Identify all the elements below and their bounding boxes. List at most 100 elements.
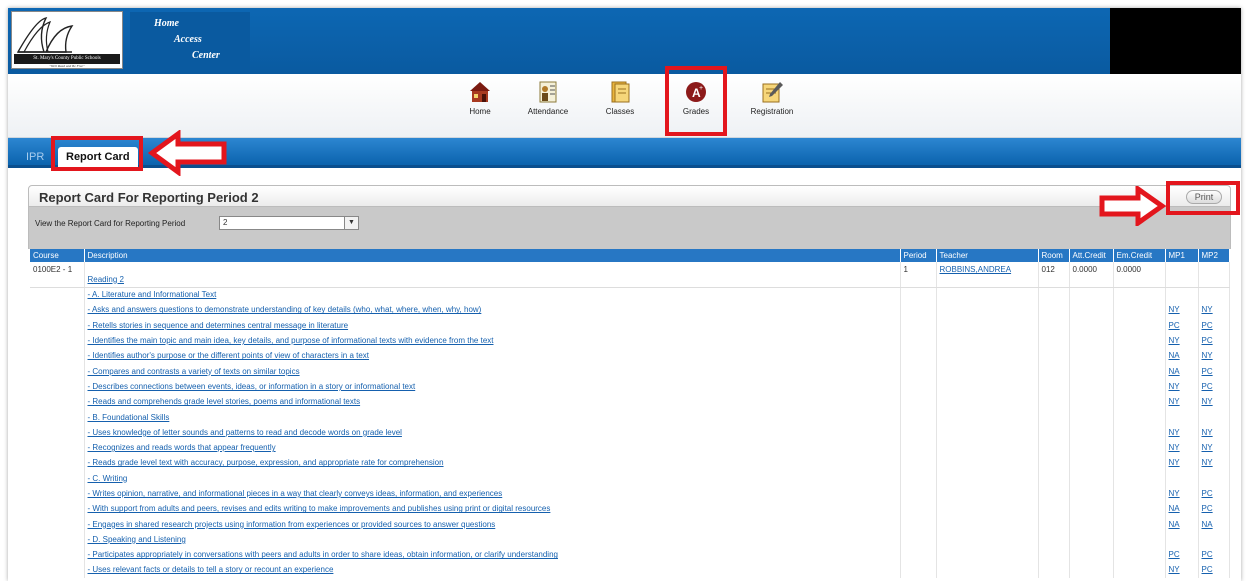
standard-description-link[interactable]: - Asks and answers questions to demonstr… bbox=[88, 305, 482, 314]
standard-mp2-grade-link[interactable]: NY bbox=[1202, 305, 1213, 314]
standard-row: - Engages in shared research projects us… bbox=[30, 516, 1230, 532]
standard-description-link[interactable]: - Identifies author's purpose or the dif… bbox=[88, 351, 370, 360]
standard-mp1-grade-link[interactable]: PC bbox=[1169, 321, 1180, 330]
standard-description-link[interactable]: - Uses relevant facts or details to tell… bbox=[88, 565, 334, 574]
standard-teacher-cell bbox=[936, 562, 1039, 578]
standard-teacher-cell bbox=[936, 455, 1039, 471]
standard-description-cell: - Engages in shared research projects us… bbox=[84, 516, 901, 532]
standard-description-link[interactable]: - D. Speaking and Listening bbox=[88, 535, 186, 544]
left-arrow-annotation-icon bbox=[148, 130, 227, 176]
standard-em-credit-cell bbox=[1113, 485, 1166, 502]
standard-description-link[interactable]: - Writes opinion, narrative, and informa… bbox=[88, 489, 503, 498]
course-description-link[interactable]: Reading 2 bbox=[88, 275, 124, 284]
standard-room-cell bbox=[1038, 531, 1070, 548]
standard-row: - Writes opinion, narrative, and informa… bbox=[30, 485, 1230, 502]
standard-mp2-grade-link[interactable]: NA bbox=[1202, 520, 1213, 529]
standard-mp1-grade-link[interactable]: PC bbox=[1169, 550, 1180, 559]
standard-description-link[interactable]: - Recognizes and reads words that appear… bbox=[88, 443, 276, 452]
standard-description-link[interactable]: - Participates appropriately in conversa… bbox=[88, 550, 558, 559]
standard-mp1-grade-link[interactable]: NY bbox=[1169, 336, 1180, 345]
nav-classes-label: Classes bbox=[605, 107, 635, 116]
standard-em-credit-cell bbox=[1113, 348, 1166, 364]
standard-row: - Uses knowledge of letter sounds and pa… bbox=[30, 424, 1230, 440]
standard-mp1-grade-link[interactable]: NA bbox=[1169, 367, 1180, 376]
standard-mp1-grade-link[interactable]: NY bbox=[1169, 489, 1180, 498]
standard-mp1-grade-link[interactable]: NA bbox=[1169, 351, 1180, 360]
standard-mp1-cell: NY bbox=[1165, 394, 1199, 410]
standard-mp1-grade-link[interactable]: NY bbox=[1169, 305, 1180, 314]
standard-mp2-grade-link[interactable]: PC bbox=[1202, 382, 1213, 391]
standard-mp1-cell: NY bbox=[1165, 455, 1199, 471]
nav-home[interactable]: Home bbox=[460, 80, 500, 116]
standard-course-cell bbox=[30, 332, 85, 349]
standard-mp2-grade-link[interactable]: NY bbox=[1202, 428, 1213, 437]
standard-mp2-cell: PC bbox=[1198, 317, 1230, 333]
right-arrow-annotation-icon bbox=[1099, 186, 1166, 226]
standard-description-link[interactable]: - Retells stories in sequence and determ… bbox=[88, 321, 349, 330]
standard-description-link[interactable]: - Identifies the main topic and main ide… bbox=[88, 336, 494, 345]
standard-description-link[interactable]: - With support from adults and peers, re… bbox=[88, 504, 551, 513]
standard-em-credit-cell bbox=[1113, 439, 1166, 456]
teacher-link[interactable]: ROBBINS,ANDREA bbox=[940, 265, 1012, 274]
standard-row: - Participates appropriately in conversa… bbox=[30, 547, 1230, 563]
tab-ipr[interactable]: IPR bbox=[18, 147, 52, 168]
standard-teacher-cell bbox=[936, 409, 1039, 425]
standard-teacher-cell bbox=[936, 363, 1039, 379]
standard-mp2-grade-link[interactable]: NY bbox=[1202, 443, 1213, 452]
standard-mp1-grade-link[interactable]: NY bbox=[1169, 428, 1180, 437]
nav-attendance-label: Attendance bbox=[527, 107, 569, 116]
standard-description-cell: - Uses knowledge of letter sounds and pa… bbox=[84, 424, 901, 440]
standard-mp1-grade-link[interactable]: NY bbox=[1169, 565, 1180, 574]
standard-mp1-cell bbox=[1165, 470, 1199, 486]
nav-attendance[interactable]: Attendance bbox=[523, 80, 573, 116]
page-title: Report Card For Reporting Period 2 bbox=[39, 190, 259, 205]
course-period: 1 bbox=[900, 262, 937, 288]
standard-period-cell bbox=[900, 547, 937, 563]
period-dropdown[interactable]: 2 ▼ bbox=[219, 216, 359, 230]
standard-mp2-cell: NY bbox=[1198, 348, 1230, 364]
standard-mp2-grade-link[interactable]: PC bbox=[1202, 321, 1213, 330]
chevron-down-icon[interactable]: ▼ bbox=[344, 217, 358, 229]
standard-mp1-grade-link[interactable]: NA bbox=[1169, 504, 1180, 513]
standard-mp1-grade-link[interactable]: NA bbox=[1169, 520, 1180, 529]
standard-mp1-grade-link[interactable]: NY bbox=[1169, 458, 1180, 467]
standard-mp2-grade-link[interactable]: PC bbox=[1202, 367, 1213, 376]
standard-description-link[interactable]: - Reads and comprehends grade level stor… bbox=[88, 397, 361, 406]
standard-mp1-grade-link[interactable]: NY bbox=[1169, 443, 1180, 452]
standard-mp2-grade-link[interactable]: NY bbox=[1202, 458, 1213, 467]
nav-classes[interactable]: Classes bbox=[600, 80, 640, 116]
standard-description-link[interactable]: - Describes connections between events, … bbox=[88, 382, 416, 391]
standard-mp1-cell bbox=[1165, 287, 1199, 303]
standard-period-cell bbox=[900, 531, 937, 548]
book-logo-icon bbox=[16, 17, 74, 53]
standard-course-cell bbox=[30, 562, 85, 578]
standard-description-link[interactable]: - B. Foundational Skills bbox=[88, 413, 170, 422]
standard-description-link[interactable]: - Uses knowledge of letter sounds and pa… bbox=[88, 428, 402, 437]
standard-description-link[interactable]: - C. Writing bbox=[88, 474, 128, 483]
standard-em-credit-cell bbox=[1113, 302, 1166, 318]
standard-description-link[interactable]: - Compares and contrasts a variety of te… bbox=[88, 367, 300, 376]
standard-description-cell: - Reads grade level text with accuracy, … bbox=[84, 455, 901, 471]
standard-mp2-grade-link[interactable]: PC bbox=[1202, 489, 1213, 498]
standard-description-link[interactable]: - Engages in shared research projects us… bbox=[88, 520, 496, 529]
standard-em-credit-cell bbox=[1113, 516, 1166, 532]
standard-mp1-grade-link[interactable]: NY bbox=[1169, 382, 1180, 391]
standard-room-cell bbox=[1038, 501, 1070, 517]
standard-mp2-grade-link[interactable]: PC bbox=[1202, 565, 1213, 574]
standard-mp2-grade-link[interactable]: PC bbox=[1202, 336, 1213, 345]
standard-mp2-grade-link[interactable]: NY bbox=[1202, 397, 1213, 406]
standard-description-cell: - Recognizes and reads words that appear… bbox=[84, 439, 901, 456]
standard-mp2-grade-link[interactable]: NY bbox=[1202, 351, 1213, 360]
standard-description-link[interactable]: - A. Literature and Informational Text bbox=[88, 290, 217, 299]
nav-registration[interactable]: Registration bbox=[746, 80, 798, 116]
standard-mp2-grade-link[interactable]: PC bbox=[1202, 504, 1213, 513]
standard-description-link[interactable]: - Reads grade level text with accuracy, … bbox=[88, 458, 444, 467]
logo-school-name: St. Mary's County Public Schools bbox=[14, 54, 120, 64]
report-card-highlight-box bbox=[51, 136, 143, 171]
standard-course-cell bbox=[30, 439, 85, 456]
standard-mp1-grade-link[interactable]: NY bbox=[1169, 397, 1180, 406]
logo-motto: "Well Read and Be Free" bbox=[49, 64, 85, 68]
standard-period-cell bbox=[900, 348, 937, 364]
standard-mp2-cell: PC bbox=[1198, 485, 1230, 502]
standard-mp2-grade-link[interactable]: PC bbox=[1202, 550, 1213, 559]
